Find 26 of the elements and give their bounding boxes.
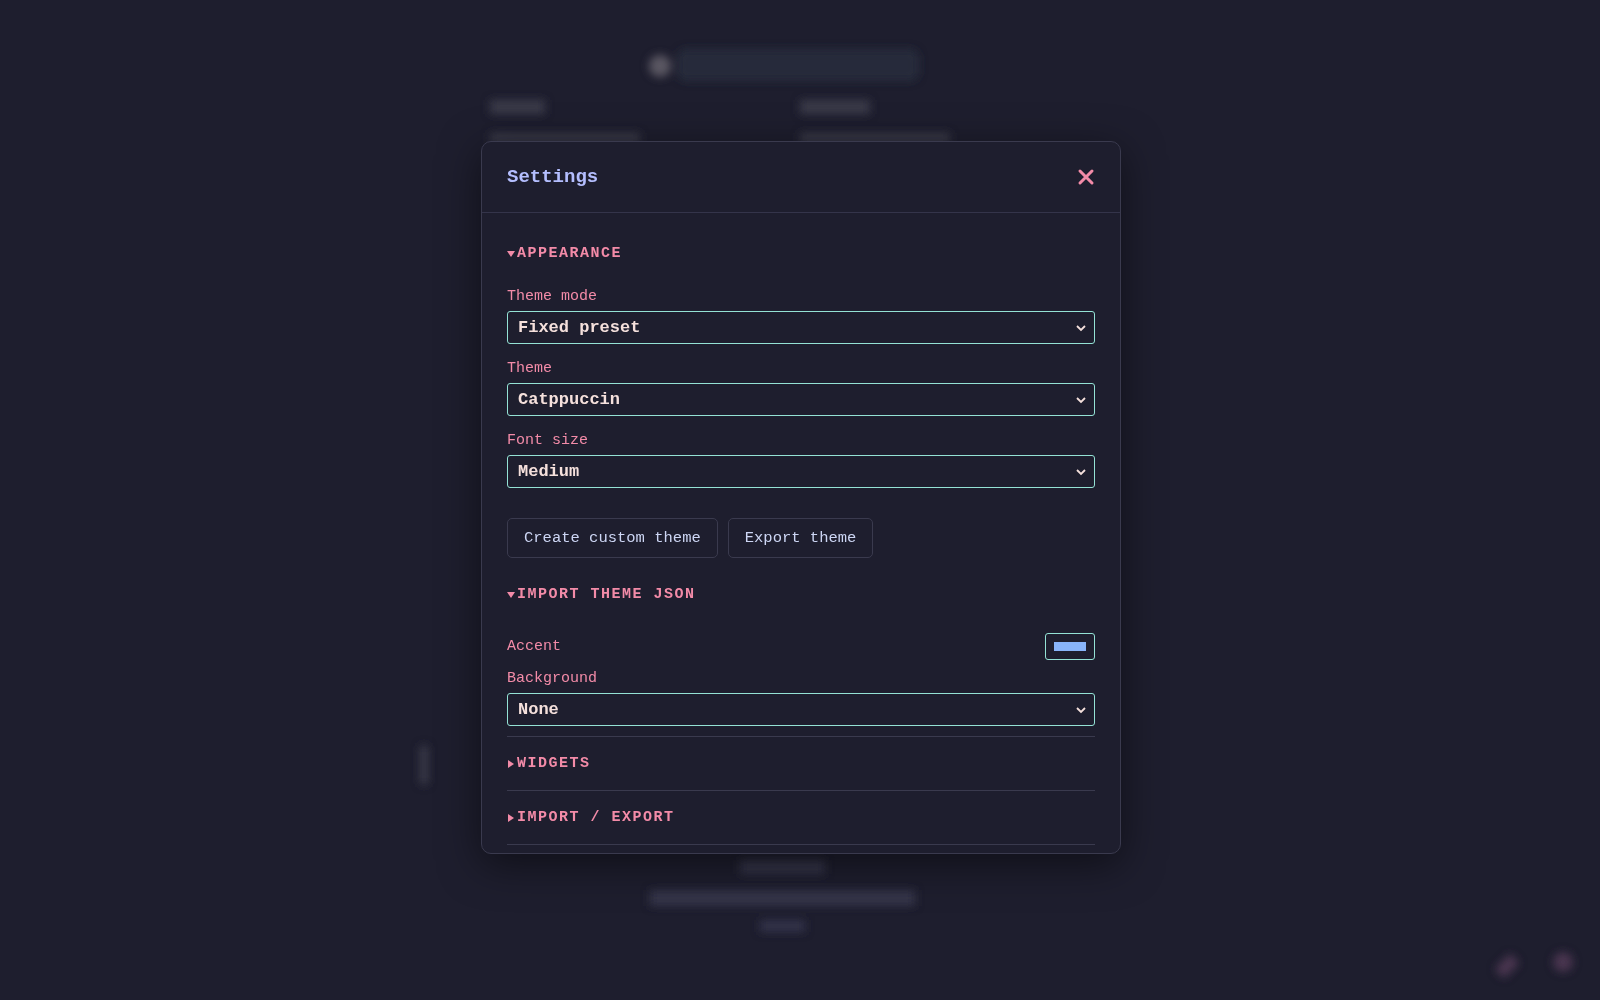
- section-header[interactable]: APPEARANCE: [507, 229, 622, 288]
- dropdown[interactable]: Medium: [507, 455, 1095, 488]
- color-picker[interactable]: [1045, 633, 1095, 660]
- dialog-title: Settings: [507, 166, 599, 188]
- field-label: Theme: [507, 360, 553, 377]
- chevron-down-icon: [1076, 705, 1086, 714]
- expanded-triangle-icon: [507, 590, 515, 599]
- field-label: Accent: [507, 638, 561, 655]
- chevron-down-icon: [1076, 395, 1086, 404]
- field-label: Background: [507, 670, 598, 687]
- chevron-down-icon: [1076, 323, 1086, 332]
- action-button[interactable]: Export theme: [727, 518, 874, 558]
- field-label: Theme mode: [507, 288, 598, 305]
- section-header[interactable]: WIDGETS: [507, 737, 591, 790]
- collapsed-triangle-icon: [507, 813, 515, 822]
- field-label: Font size: [507, 432, 589, 449]
- chevron-down-icon: [1076, 467, 1086, 476]
- collapsed-triangle-icon: [507, 759, 515, 768]
- section-header[interactable]: IMPORT THEME JSON: [507, 566, 696, 633]
- dropdown[interactable]: Fixed preset: [507, 311, 1095, 344]
- section-header[interactable]: IMPORT / EXPORT: [507, 791, 675, 844]
- action-button[interactable]: Create custom theme: [507, 518, 718, 558]
- dropdown[interactable]: Catppuccin: [507, 383, 1095, 416]
- dropdown[interactable]: None: [507, 693, 1095, 726]
- close-icon[interactable]: [1077, 168, 1095, 186]
- expanded-triangle-icon: [507, 249, 515, 258]
